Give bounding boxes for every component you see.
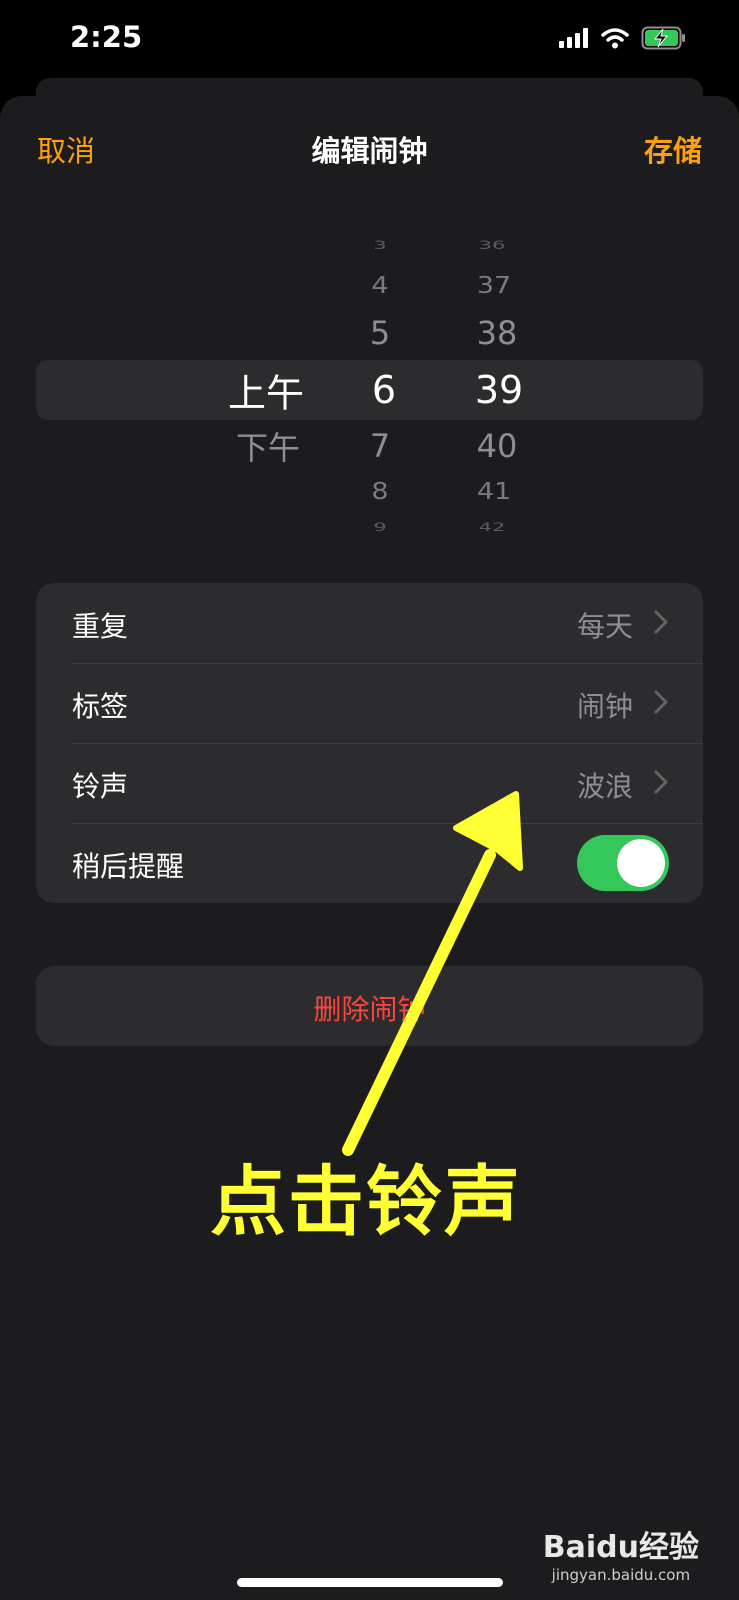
- picker-hour-option[interactable]: 5: [370, 314, 390, 352]
- alarm-settings-group: 重复 每天 标签 闹钟 铃声 波浪 稍后提醒: [36, 583, 703, 903]
- delete-alarm-button[interactable]: 删除闹钟: [36, 966, 703, 1046]
- cellular-signal-icon: [559, 28, 588, 48]
- picker-hour-option[interactable]: 4: [371, 273, 388, 299]
- picker-period-selected[interactable]: 上午: [228, 363, 304, 418]
- status-time: 2:25: [70, 20, 143, 54]
- snooze-row: 稍后提醒: [36, 823, 703, 903]
- picker-minute-option[interactable]: 38: [477, 314, 518, 352]
- repeat-value: 每天: [576, 610, 633, 643]
- status-icons: [559, 26, 687, 50]
- snooze-toggle[interactable]: [577, 835, 669, 891]
- picker-hour-option[interactable]: 9: [373, 520, 386, 533]
- snooze-label: 稍后提醒: [72, 850, 185, 883]
- annotation-label: 点击铃声: [210, 1157, 522, 1246]
- chevron-right-icon: [654, 610, 668, 634]
- time-picker[interactable]: 上午 下午 3 4 5 6 7 8 9 36 37 38 39 40 41 42: [0, 220, 739, 550]
- repeat-label: 重复: [72, 610, 129, 643]
- status-bar: 2:25: [0, 0, 739, 90]
- home-indicator: [237, 1578, 503, 1587]
- picker-minute-option[interactable]: 40: [477, 427, 518, 465]
- save-button[interactable]: 存储: [644, 128, 702, 170]
- chevron-right-icon: [654, 690, 668, 714]
- picker-minute-option[interactable]: 41: [477, 479, 511, 505]
- picker-hour-option[interactable]: 3: [373, 238, 386, 251]
- watermark-logo: Baidu经验: [542, 1530, 699, 1565]
- wifi-icon: [601, 27, 629, 48]
- ringtone-label: 铃声: [72, 770, 129, 803]
- picker-hour-option[interactable]: 8: [371, 479, 388, 505]
- tag-row[interactable]: 标签 闹钟: [36, 663, 703, 743]
- picker-minute-option[interactable]: 36: [479, 238, 506, 251]
- chevron-right-icon: [654, 770, 668, 794]
- picker-minute-option[interactable]: 42: [479, 520, 506, 533]
- picker-minute-selected[interactable]: 39: [475, 368, 523, 412]
- battery-charging-icon: [641, 26, 685, 50]
- tag-value: 闹钟: [576, 690, 633, 723]
- picker-minute-option[interactable]: 37: [477, 273, 511, 299]
- ringtone-row[interactable]: 铃声 波浪: [36, 743, 703, 823]
- ringtone-value: 波浪: [576, 770, 633, 803]
- watermark-site: jingyan.baidu.com: [551, 1566, 691, 1584]
- delete-alarm-label: 删除闹钟: [313, 993, 426, 1026]
- repeat-row[interactable]: 重复 每天: [36, 583, 703, 663]
- picker-period-option[interactable]: 下午: [236, 423, 300, 469]
- picker-hour-selected[interactable]: 6: [372, 368, 396, 412]
- picker-hour-option[interactable]: 7: [370, 427, 390, 465]
- watermark: Baidu经验 jingyan.baidu.com: [543, 1522, 699, 1584]
- page-title: 编辑闹钟: [311, 134, 428, 168]
- toggle-knob: [617, 839, 665, 887]
- picker-selection-band: [36, 360, 703, 420]
- tag-label: 标签: [72, 690, 129, 723]
